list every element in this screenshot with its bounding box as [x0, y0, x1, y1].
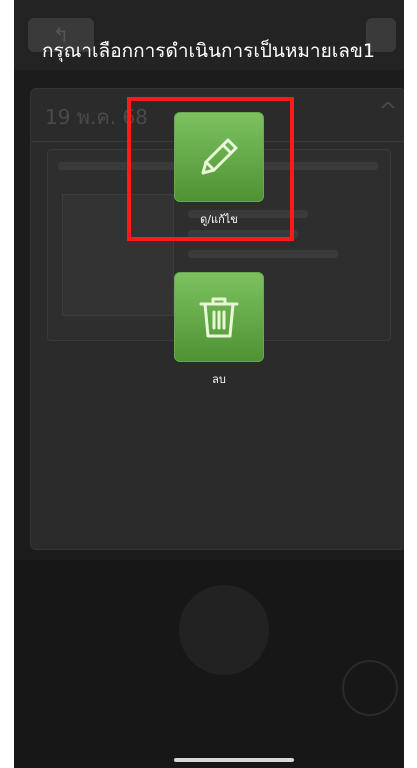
delete-label: ลบ [212, 373, 226, 386]
delete-button[interactable] [174, 272, 264, 362]
action-prompt: กรุณาเลือกการดำเนินการเป็นหมายเลข1 [42, 40, 375, 62]
background-chevron-icon: ^ [378, 99, 397, 124]
background-round-button [342, 660, 398, 716]
trash-icon [199, 297, 239, 338]
home-indicator [174, 758, 294, 762]
highlight-box [127, 97, 294, 241]
delete-action[interactable]: ลบ [174, 272, 264, 388]
background-card-line [188, 250, 338, 258]
background-decoration [179, 585, 269, 675]
